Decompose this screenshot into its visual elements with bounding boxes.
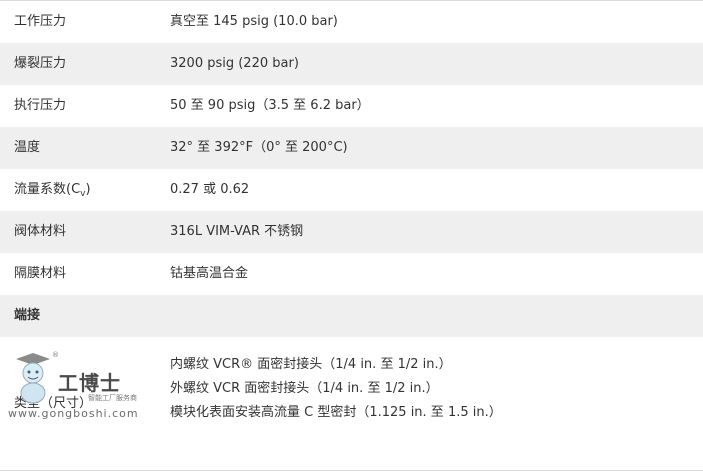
spec-value: 50 至 90 psig（3.5 至 6.2 bar） <box>170 98 370 113</box>
spec-row-working-pressure: 工作压力 真空至 145 psig (10.0 bar) <box>0 1 703 43</box>
spec-label: 类型（尺寸） <box>14 396 93 411</box>
spec-label-close: ) <box>85 182 91 197</box>
spec-label: 隔膜材料 <box>14 266 67 281</box>
spec-value: 钴基高温合金 <box>170 266 249 281</box>
spec-value: 32° 至 392°F（0° 至 200°C) <box>170 140 348 155</box>
spec-value: 真空至 145 psig (10.0 bar) <box>170 14 338 29</box>
spec-label: 执行压力 <box>14 98 67 113</box>
spec-label-subscript: v <box>80 189 86 199</box>
spec-value: 0.27 或 0.62 <box>170 182 250 197</box>
spec-label: 爆裂压力 <box>14 56 67 71</box>
connection-value-list: 内螺纹 VCR® 面密封接头（1/4 in. 至 1/2 in.） 外螺纹 VC… <box>170 353 502 425</box>
spec-row-flow-coefficient: 流量系数(Cv) 0.27 或 0.62 <box>0 169 703 211</box>
connection-value: 内螺纹 VCR® 面密封接头（1/4 in. 至 1/2 in.） <box>170 357 452 372</box>
spec-label: 阀体材料 <box>14 224 67 239</box>
spec-table: 工作压力 真空至 145 psig (10.0 bar) 爆裂压力 3200 p… <box>0 0 703 471</box>
spec-value: 3200 psig (220 bar) <box>170 56 299 71</box>
spec-row-actuation-pressure: 执行压力 50 至 90 psig（3.5 至 6.2 bar） <box>0 85 703 127</box>
spec-row-temperature: 温度 32° 至 392°F（0° 至 200°C) <box>0 127 703 169</box>
spec-row-diaphragm-material: 隔膜材料 钴基高温合金 <box>0 253 703 295</box>
section-header-end-connections: 端接 <box>0 295 703 337</box>
section-title: 端接 <box>14 308 41 323</box>
spec-value: 316L VIM-VAR 不锈钢 <box>170 224 304 239</box>
spec-label-main: 流量系数(C <box>14 182 81 197</box>
connection-value: 外螺纹 VCR 面密封接头（1/4 in. 至 1/2 in.） <box>170 381 439 396</box>
spec-label: 工作压力 <box>14 14 67 29</box>
spec-row-connection-type: 类型（尺寸） 内螺纹 VCR® 面密封接头（1/4 in. 至 1/2 in.）… <box>0 337 703 471</box>
spec-row-burst-pressure: 爆裂压力 3200 psig (220 bar) <box>0 43 703 85</box>
connection-value: 模块化表面安装高流量 C 型密封（1.125 in. 至 1.5 in.） <box>170 405 502 420</box>
spec-row-body-material: 阀体材料 316L VIM-VAR 不锈钢 <box>0 211 703 253</box>
spec-label: 温度 <box>14 140 41 155</box>
spec-label: 流量系数(Cv) <box>14 169 91 211</box>
